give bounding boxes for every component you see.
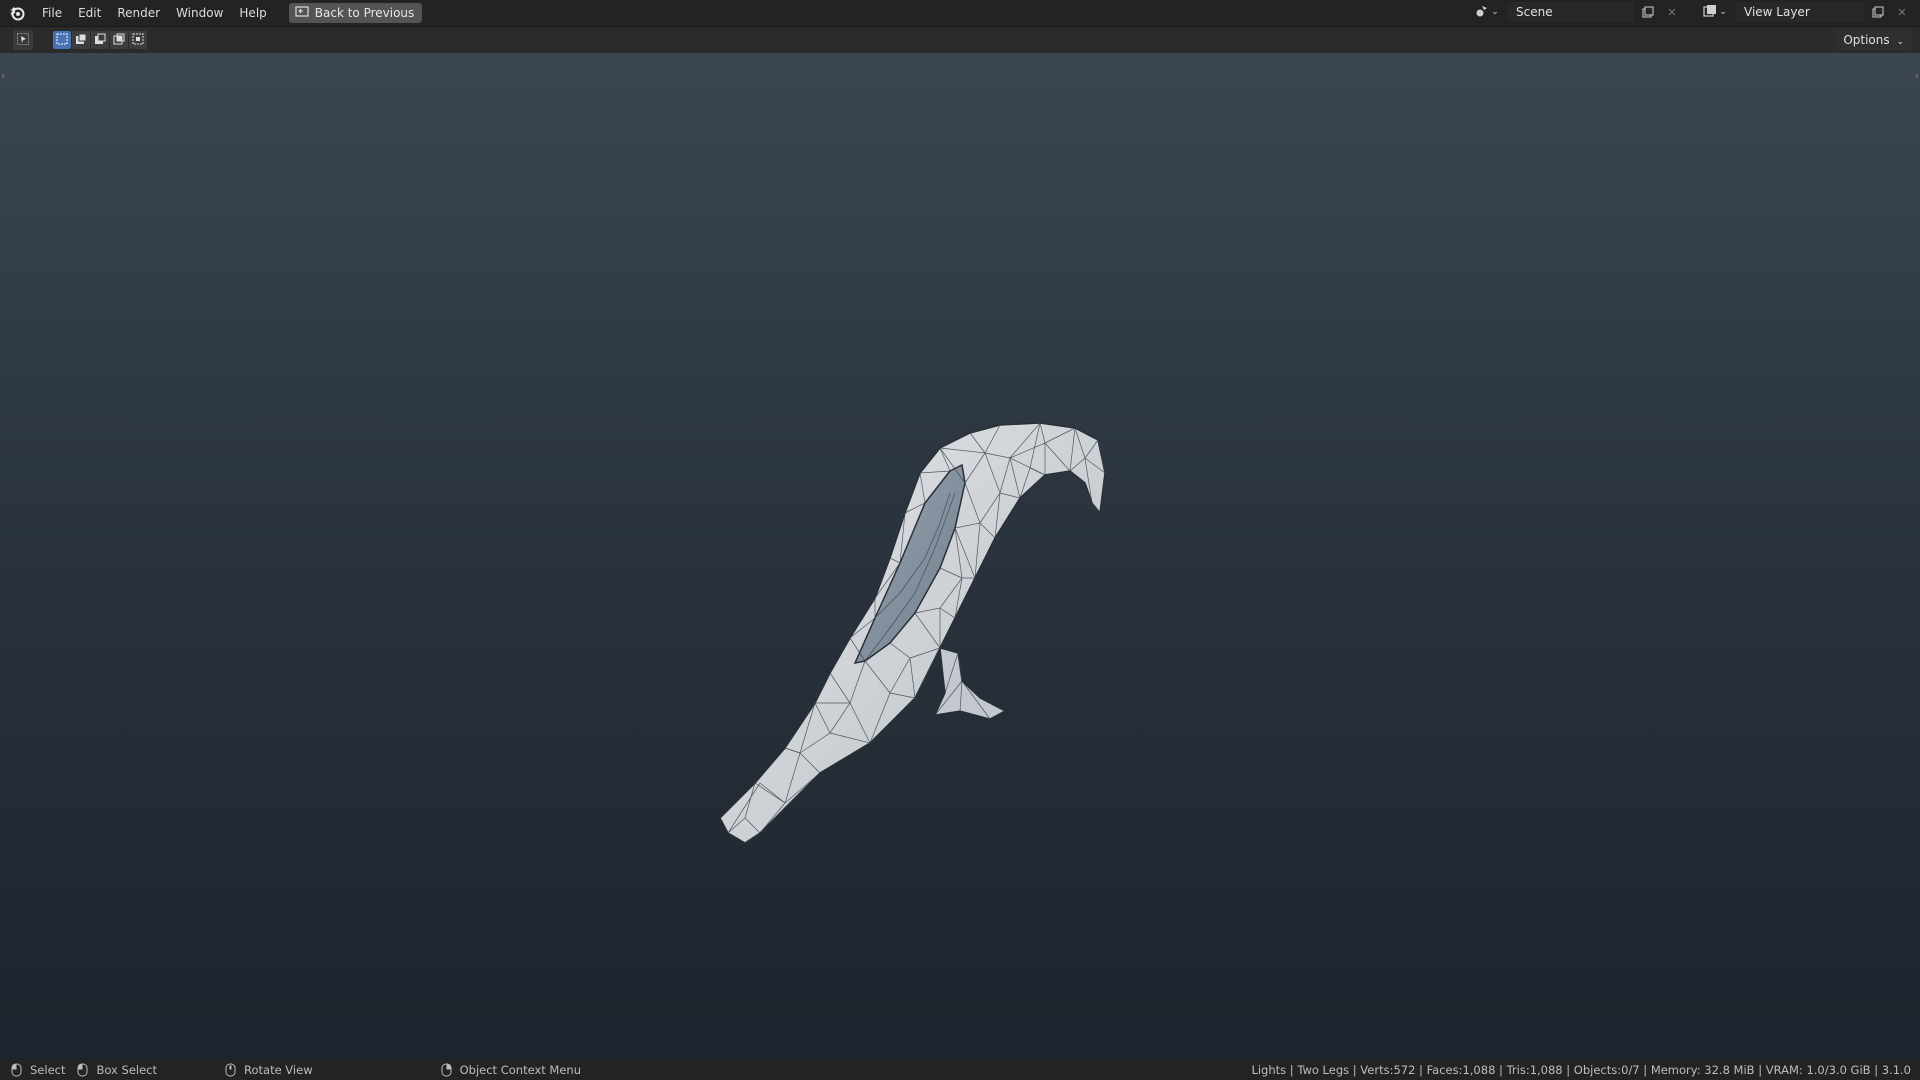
top-menu-bar: File Edit Render Window Help Back to Pre… [0, 0, 1920, 27]
view-layer-browse-dropdown[interactable]: ⌄ [1698, 2, 1732, 22]
close-icon[interactable]: ✕ [1892, 2, 1912, 22]
context-menu-hint-label: Object Context Menu [459, 1063, 581, 1077]
options-label: Options [1843, 33, 1890, 47]
menu-window[interactable]: Window [168, 2, 231, 24]
select-tool-button[interactable] [13, 30, 33, 50]
menu-help[interactable]: Help [231, 2, 274, 24]
view-layer-icon [1703, 4, 1717, 21]
scene-name-field[interactable]: Scene [1508, 2, 1634, 22]
chevron-down-icon: ⌄ [1896, 37, 1904, 47]
duplicate-icon[interactable] [1638, 2, 1658, 22]
options-dropdown[interactable]: Options ⌄ [1835, 30, 1912, 50]
back-to-previous-icon [295, 5, 309, 21]
chevron-down-icon: ⌄ [1491, 7, 1499, 17]
viewport-header: Options ⌄ [0, 27, 1920, 53]
close-icon[interactable]: ✕ [1662, 2, 1682, 22]
mouse-right-icon [441, 1063, 452, 1077]
mode-subtract-button[interactable] [91, 31, 109, 49]
hint-rotate-view: Rotate View [225, 1063, 313, 1077]
selection-mode-group [53, 31, 148, 49]
cursor-arrow-icon [17, 32, 29, 48]
toolbar-expand-arrow-icon[interactable]: › [1, 69, 5, 82]
box-select-extend-icon [75, 33, 87, 48]
menu-file[interactable]: File [34, 2, 70, 24]
3d-viewport[interactable]: › ‹ [0, 53, 1920, 1060]
mode-extend-button[interactable] [72, 31, 90, 49]
mode-intersect-button[interactable] [129, 31, 147, 49]
bird-mesh-model[interactable] [700, 363, 1170, 863]
select-hint-label: Select [30, 1063, 66, 1077]
chevron-down-icon: ⌄ [1719, 7, 1727, 17]
box-select-subtract-icon [94, 33, 106, 48]
rotate-view-hint-label: Rotate View [244, 1063, 313, 1077]
back-to-previous-button[interactable]: Back to Previous [288, 3, 423, 23]
scene-browse-dropdown[interactable]: ⌄ [1470, 2, 1504, 22]
mode-difference-button[interactable] [110, 31, 128, 49]
hint-select: Select [11, 1063, 65, 1077]
back-to-previous-label: Back to Previous [314, 6, 415, 20]
scene-selector-group: ⌄ Scene ✕ ⌄ View Layer ✕ [1470, 2, 1912, 22]
box-select-hint-label: Box Select [96, 1063, 157, 1077]
blender-logo-icon[interactable] [8, 4, 26, 22]
box-select-new-icon [56, 33, 68, 48]
view-layer-name-field[interactable]: View Layer [1736, 2, 1864, 22]
box-select-intersect-icon [132, 33, 144, 48]
menu-render[interactable]: Render [109, 2, 168, 24]
mouse-left-icon [11, 1063, 22, 1077]
scene-icon [1475, 4, 1489, 21]
scene-statistics: Lights | Two Legs | Verts:572 | Faces:1,… [1251, 1063, 1911, 1077]
mouse-middle-icon [225, 1063, 236, 1077]
duplicate-icon[interactable] [1868, 2, 1888, 22]
mode-set-new-button[interactable] [53, 31, 71, 49]
hint-box-select: Box Select [77, 1063, 157, 1077]
sidebar-expand-arrow-icon[interactable]: ‹ [1915, 69, 1919, 82]
box-select-difference-icon [113, 33, 125, 48]
hint-context-menu: Object Context Menu [441, 1063, 581, 1077]
menu-edit[interactable]: Edit [70, 2, 109, 24]
mouse-drag-icon [77, 1063, 88, 1077]
status-bar: Select Box Select Rotate View Object Con… [0, 1060, 1920, 1080]
